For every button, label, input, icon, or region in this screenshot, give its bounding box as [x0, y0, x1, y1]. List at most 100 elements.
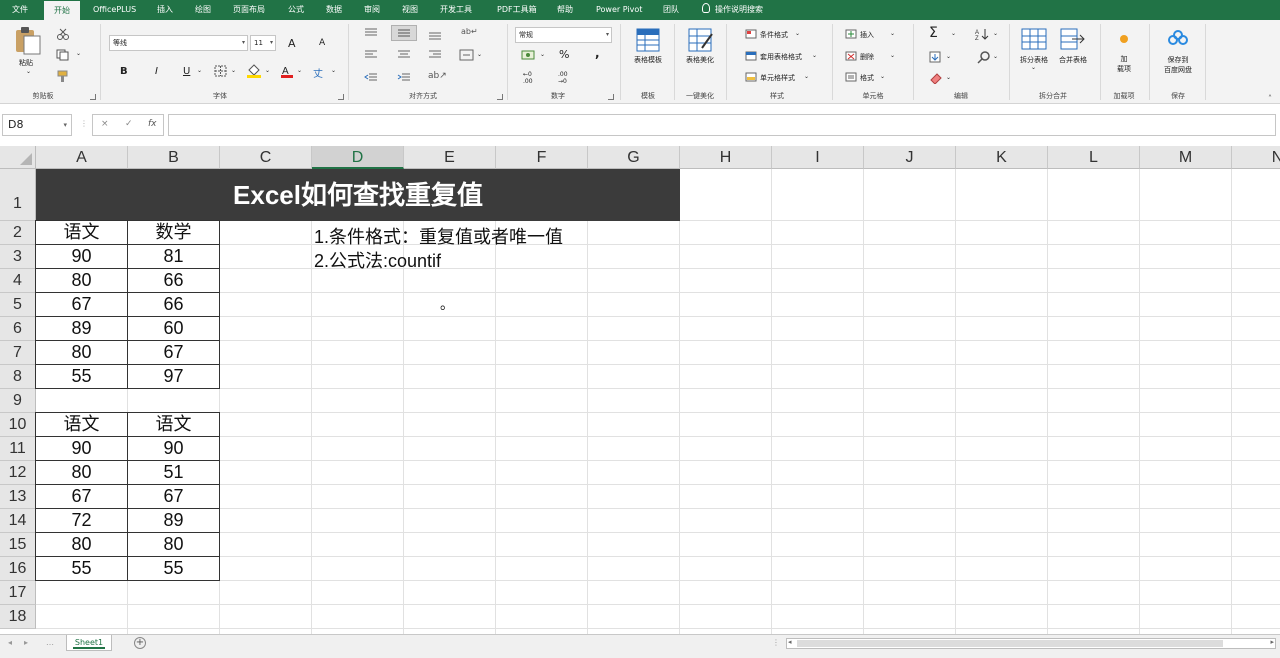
number-launcher-icon[interactable]: [608, 94, 614, 100]
table-cell[interactable]: 55: [35, 557, 128, 581]
font-color-icon[interactable]: A: [280, 64, 294, 78]
table-header-cell[interactable]: 数学: [128, 220, 220, 245]
column-header-j[interactable]: J: [864, 146, 956, 169]
phonetic-guide-icon[interactable]: 丈: [313, 65, 323, 80]
column-header-i[interactable]: I: [772, 146, 864, 169]
sort-filter-icon[interactable]: AZ: [975, 28, 993, 40]
table-cell[interactable]: 80: [35, 269, 128, 293]
increase-indent-icon[interactable]: [397, 73, 411, 83]
table-template-button-label[interactable]: 表格模板: [629, 55, 667, 65]
tab-draw[interactable]: 绘图: [195, 0, 211, 20]
paste-button-label[interactable]: 粘贴: [19, 58, 33, 68]
row-header-16[interactable]: 16: [0, 557, 36, 581]
delete-cells-icon[interactable]: [845, 51, 857, 61]
save-baidu-button-label-line1[interactable]: 保存到: [1158, 55, 1198, 65]
prev-sheet-icon[interactable]: ◂: [8, 638, 12, 647]
row-header-5[interactable]: 5: [0, 293, 36, 317]
table-cell[interactable]: 89: [35, 317, 128, 341]
merge-dropdown-icon[interactable]: ⌄: [477, 51, 482, 58]
tab-splitter-icon[interactable]: ⋮: [772, 638, 780, 647]
table-cell[interactable]: 90: [35, 245, 128, 269]
paste-dropdown-icon[interactable]: ⌄: [26, 68, 31, 75]
format-painter-icon[interactable]: [56, 70, 70, 82]
worksheet-grid[interactable]: ABCDEFGHIJKLMN 1 2 3 4 5 6 7 8 9 10 11 12 13 14 15 16 17…: [0, 146, 1280, 634]
column-header-d[interactable]: D: [312, 146, 404, 169]
align-center-icon[interactable]: [397, 50, 411, 60]
paste-icon[interactable]: [14, 26, 42, 56]
chevron-down-icon[interactable]: ⌄: [1031, 64, 1036, 71]
tab-team[interactable]: 团队: [663, 0, 679, 20]
tab-review[interactable]: 审阅: [364, 0, 380, 20]
chevron-down-icon[interactable]: ⌄: [993, 30, 998, 37]
column-header-g[interactable]: G: [588, 146, 680, 169]
accounting-format-icon[interactable]: [521, 49, 537, 61]
wrap-text-icon[interactable]: ab↵: [461, 27, 478, 36]
row-header-2[interactable]: 2: [0, 221, 36, 245]
increase-decimal-icon[interactable]: ←0.00: [523, 71, 533, 85]
chevron-down-icon[interactable]: ⌄: [946, 53, 951, 60]
tab-power-pivot[interactable]: Power Pivot: [596, 0, 642, 20]
horizontal-scroll-thumb[interactable]: [797, 640, 1223, 647]
baidu-netdisk-icon[interactable]: [1167, 30, 1189, 46]
autosum-button[interactable]: Σ: [929, 25, 938, 41]
chevron-down-icon[interactable]: ⌄: [890, 52, 895, 59]
tab-view[interactable]: 视图: [402, 0, 418, 20]
tab-pdf-tools[interactable]: PDF工具箱: [497, 0, 537, 20]
cell-style-icon[interactable]: [745, 72, 757, 82]
number-format-select[interactable]: 常规 ▾: [515, 27, 612, 43]
table-cell[interactable]: 55: [35, 365, 128, 389]
addins-button-label-line2[interactable]: 载项: [1112, 64, 1136, 74]
font-launcher-icon[interactable]: [338, 94, 344, 100]
select-all-button[interactable]: [0, 146, 36, 169]
scroll-right-icon[interactable]: ▸: [1270, 638, 1274, 646]
row-header-9[interactable]: 9: [0, 389, 36, 413]
table-cell[interactable]: 67: [35, 293, 128, 317]
addins-button-label-line1[interactable]: 加: [1112, 54, 1136, 64]
align-middle-button[interactable]: [391, 25, 417, 41]
grow-font-button[interactable]: A: [288, 37, 296, 50]
format-as-table-button[interactable]: 套用表格格式: [760, 52, 802, 62]
row-header-12[interactable]: 12: [0, 461, 36, 485]
underline-button[interactable]: U: [183, 66, 190, 77]
cut-icon[interactable]: [56, 28, 70, 40]
table-cell[interactable]: 51: [128, 461, 220, 485]
table-cell[interactable]: 81: [128, 245, 220, 269]
chevron-down-icon[interactable]: ⌄: [812, 52, 817, 59]
align-top-icon[interactable]: [364, 28, 378, 38]
table-template-icon[interactable]: [636, 28, 660, 52]
addins-icon[interactable]: [1119, 34, 1129, 44]
phonetic-dropdown-icon[interactable]: ⌄: [331, 67, 336, 74]
decrease-indent-icon[interactable]: [364, 73, 378, 83]
table-cell[interactable]: 66: [128, 269, 220, 293]
font-color-dropdown-icon[interactable]: ⌄: [297, 67, 302, 74]
next-sheet-icon[interactable]: ▸: [24, 638, 28, 647]
note-countif[interactable]: 2.公式法:countif: [314, 247, 441, 273]
find-select-icon[interactable]: [977, 50, 991, 64]
font-size-select[interactable]: 11 ▾: [250, 35, 276, 51]
table-beautify-button-label[interactable]: 表格美化: [681, 55, 719, 65]
align-left-icon[interactable]: [364, 50, 378, 60]
row-header-18[interactable]: 18: [0, 605, 36, 629]
merge-table-icon[interactable]: [1060, 28, 1086, 50]
fill-color-icon[interactable]: [246, 64, 262, 78]
name-box[interactable]: D8 ▾: [2, 114, 72, 136]
tab-page-layout[interactable]: 页面布局: [233, 0, 265, 20]
chevron-down-icon[interactable]: ⌄: [804, 73, 809, 80]
column-header-e[interactable]: E: [404, 146, 496, 169]
row-header-8[interactable]: 8: [0, 365, 36, 389]
table-cell[interactable]: 67: [128, 341, 220, 365]
column-header-m[interactable]: M: [1140, 146, 1232, 169]
sheet-title[interactable]: Excel如何查找重复值: [36, 169, 680, 221]
split-table-icon[interactable]: [1021, 28, 1047, 50]
chevron-down-icon[interactable]: ⌄: [795, 30, 800, 37]
clear-icon[interactable]: [929, 72, 943, 84]
row-header-3[interactable]: 3: [0, 245, 36, 269]
column-header-h[interactable]: H: [680, 146, 772, 169]
table-cell[interactable]: 90: [35, 437, 128, 461]
row-header-15[interactable]: 15: [0, 533, 36, 557]
fill-color-dropdown-icon[interactable]: ⌄: [265, 67, 270, 74]
merge-table-button-label[interactable]: 合并表格: [1053, 55, 1093, 65]
enter-entry-icon[interactable]: ✓: [125, 119, 133, 129]
format-cells-icon[interactable]: [845, 72, 857, 82]
borders-dropdown-icon[interactable]: ⌄: [231, 67, 236, 74]
